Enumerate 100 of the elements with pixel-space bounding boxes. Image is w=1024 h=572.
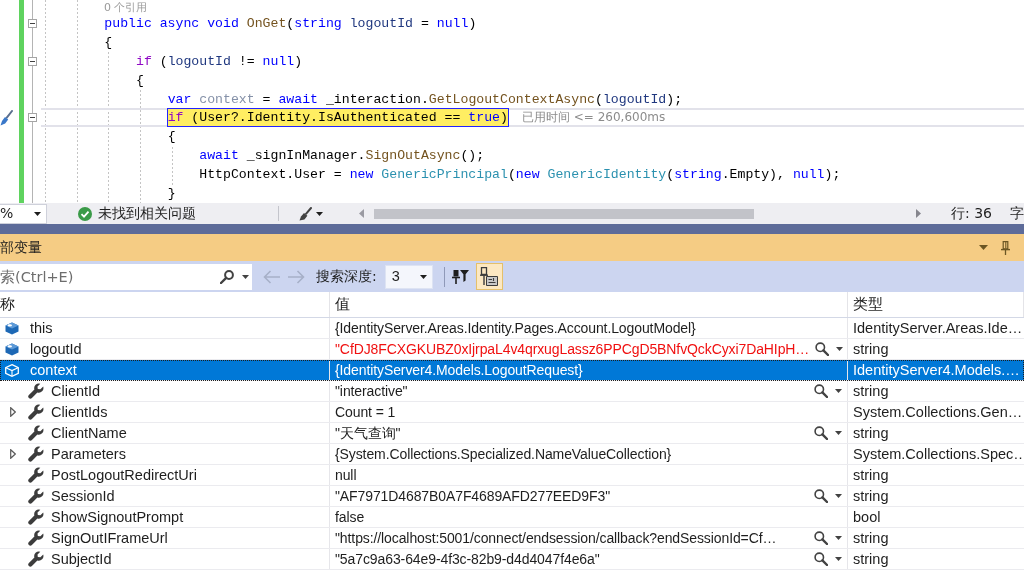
caret-icon[interactable]: [34, 211, 41, 216]
variable-type: IdentityServer.Areas.Ide…: [853, 319, 1023, 337]
variable-name: ClientName: [51, 424, 127, 442]
pin-icon[interactable]: [1001, 240, 1010, 255]
wrench-icon: [28, 530, 44, 546]
caret-icon[interactable]: [316, 211, 323, 216]
expand-arrow-icon[interactable]: [10, 449, 16, 459]
scroll-right-icon[interactable]: [916, 209, 921, 218]
variable-row[interactable]: PostLogoutRedirectUri null string: [0, 465, 1024, 486]
variable-value: "AF7971D4687B0A7F4689AFD277EED9F3": [335, 487, 611, 505]
wrench-icon: [28, 488, 44, 504]
wrench-icon: [28, 383, 44, 399]
magnifier-icon[interactable]: [814, 426, 828, 440]
caret-icon[interactable]: [835, 557, 842, 561]
variable-name: this: [30, 319, 53, 337]
pin-funnel-icon[interactable]: [451, 269, 469, 284]
variable-value: {IdentityServer.Areas.Identity.Pages.Account.LogoutModel}: [335, 319, 696, 337]
variable-type: string: [853, 424, 889, 442]
search-depth-dropdown[interactable]: 3: [384, 264, 433, 289]
variable-row[interactable]: SessionId "AF7971D4687B0A7F4689AFD277EED9F3" string: [0, 486, 1024, 507]
variable-value: "天气查询": [335, 424, 401, 442]
column-header[interactable]: 值: [335, 296, 350, 313]
magnifier-icon[interactable]: [814, 489, 828, 503]
column-indicator: 字: [1010, 205, 1024, 222]
perf-tip[interactable]: 已用时间 <= 260,600ms: [521, 110, 666, 126]
variable-type: IdentityServer4.Models.…: [853, 361, 1020, 379]
variable-value: "interactive": [335, 382, 408, 400]
search-options-button[interactable]: [214, 263, 252, 290]
wrench-icon: [28, 509, 44, 525]
search-field[interactable]: 索(Ctrl+E): [0, 263, 214, 290]
variable-name: ShowSignoutPrompt: [51, 508, 184, 526]
variable-row[interactable]: ClientId "interactive" string: [0, 381, 1024, 402]
toggle-button[interactable]: [475, 263, 503, 290]
search-icon: [220, 269, 234, 284]
wrench-icon: [28, 467, 44, 483]
magnifier-icon[interactable]: [814, 384, 828, 398]
cube-icon: [5, 321, 19, 335]
code-line: {: [167, 128, 176, 146]
magnifier-icon[interactable]: [815, 342, 830, 356]
collapse-icon[interactable]: [28, 18, 37, 28]
code-line: }: [167, 184, 176, 202]
cube-icon: [5, 363, 19, 377]
variable-type: string: [853, 487, 889, 505]
column-header[interactable]: 类型: [853, 296, 883, 313]
brush-icon[interactable]: [299, 206, 312, 221]
variable-row[interactable]: Parameters {System.Collections.Specialized.NameValueCollection} System.Collections.Spec…: [0, 444, 1024, 465]
collapse-icon[interactable]: [28, 56, 37, 66]
wrench-icon: [28, 446, 44, 462]
variable-type: string: [853, 466, 889, 484]
wrench-icon: [28, 404, 44, 420]
variable-value: "https://localhost:5001/connect/endsession/callback?endSessionId=Cf…: [335, 529, 777, 547]
caret-down-icon[interactable]: [979, 245, 988, 250]
variable-name: context: [30, 361, 77, 379]
caret-icon[interactable]: [835, 494, 842, 498]
caret-icon[interactable]: [835, 536, 842, 540]
magnifier-icon[interactable]: [814, 531, 828, 545]
caret-icon: [242, 274, 249, 279]
caret-icon[interactable]: [835, 431, 842, 435]
pin-box-icon: [480, 267, 499, 286]
variable-value: {System.Collections.Specialized.NameValueCollection}: [335, 445, 672, 463]
variable-row[interactable]: ClientIds Count = 1 System.Collections.Gen…: [0, 402, 1024, 423]
column-header[interactable]: 称: [0, 296, 15, 313]
scrollbar-thumb[interactable]: [374, 208, 754, 219]
variable-row[interactable]: SignOutIFrameUrl "https://localhost:5001/connect/endsession/callback?endSessionId=Cf… string: [0, 528, 1024, 549]
wrench-icon: [28, 551, 44, 567]
line-indicator: 行: 36: [951, 205, 992, 222]
code-line: {: [104, 33, 113, 51]
variable-value: false: [335, 508, 365, 526]
variable-type: bool: [853, 508, 881, 526]
variable-value: Count = 1: [335, 403, 396, 421]
collapse-icon[interactable]: [28, 113, 37, 123]
variable-name: Parameters: [51, 445, 126, 463]
variable-row[interactable]: this {IdentityServer.Areas.Identity.Pages.Account.LogoutModel} IdentityServer.Areas.Ide…: [0, 318, 1024, 339]
code-line: await _signInManager.SignOutAsync();: [199, 147, 485, 165]
caret-icon[interactable]: [835, 389, 842, 393]
magnifier-icon[interactable]: [814, 552, 828, 566]
variable-type: string: [853, 550, 889, 568]
variable-row[interactable]: context {IdentityServer4.Models.LogoutRequest} IdentityServer4.Models.…: [0, 360, 1024, 381]
search-depth-label: 搜索深度:: [316, 268, 377, 285]
brush-icon[interactable]: [0, 109, 13, 126]
variable-value: "CfDJ8FCXGKUBZ0xIjrpaL4v4qrxugLassz6PPCgD5BNfvQckCyxi7DaHIpH…: [335, 340, 810, 358]
variable-name: SignOutIFrameUrl: [51, 529, 168, 547]
caret-icon[interactable]: [419, 274, 427, 279]
variable-type: string: [853, 382, 889, 400]
code-line: if (logoutId != null): [135, 52, 303, 70]
variable-name: PostLogoutRedirectUri: [51, 466, 197, 484]
expand-arrow-icon[interactable]: [10, 407, 16, 417]
variable-value: {IdentityServer4.Models.LogoutRequest}: [335, 361, 583, 379]
issues-status: 未找到相关问题: [98, 205, 196, 222]
code-line: var context = await _interaction.GetLogoutContextAsync(logoutId);: [167, 90, 683, 108]
variable-row[interactable]: SubjectId "5a7c9a63-64e9-4f3c-82b9-d4d4047f4e6a" string: [0, 549, 1024, 570]
caret-icon[interactable]: [836, 347, 844, 351]
variable-row[interactable]: ShowSignoutPrompt false bool: [0, 507, 1024, 528]
zoom-dropdown[interactable]: %: [0, 203, 47, 224]
variable-type: string: [853, 529, 889, 547]
variable-name: ClientIds: [51, 403, 108, 421]
cube-icon: [5, 342, 19, 356]
variable-name: ClientId: [51, 382, 101, 400]
brush-dropdown-button[interactable]: [297, 204, 325, 223]
variable-row[interactable]: ClientName "天气查询" string: [0, 423, 1024, 444]
